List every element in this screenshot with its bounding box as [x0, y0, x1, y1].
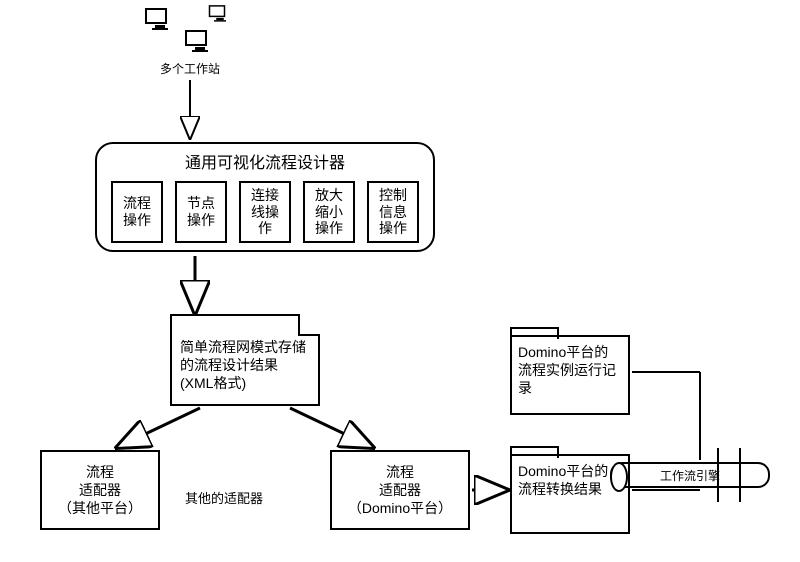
designer-box-control: 控制信息操作: [367, 181, 419, 243]
workstation-icon: [205, 2, 235, 27]
adapter-other-box: 流程适配器（其他平台）: [40, 450, 160, 530]
adapter-other-text: 流程适配器（其他平台）: [58, 463, 142, 518]
folder-instance: Domino平台的流程实例运行记录: [510, 335, 630, 415]
xml-result-doc: 简单流程网模式存储的流程设计结果(XML格式): [170, 316, 320, 406]
workstations-label: 多个工作站: [160, 60, 220, 77]
xml-result-text: 简单流程网模式存储的流程设计结果(XML格式): [172, 316, 318, 397]
designer-box-connector: 连接线操作: [239, 181, 291, 243]
designer-title: 通用可视化流程设计器: [97, 149, 433, 173]
designer-box-process: 流程操作: [111, 181, 163, 243]
designer-box-node: 节点操作: [175, 181, 227, 243]
designer-container: 通用可视化流程设计器 流程操作 节点操作 连接线操作 放大缩小操作 控制信息操作: [95, 142, 435, 252]
workflow-engine-label: 工作流引擎: [660, 467, 720, 484]
designer-box-zoom: 放大缩小操作: [303, 181, 355, 243]
workstation-icon: [185, 30, 215, 55]
workflow-engine: 工作流引擎: [610, 462, 770, 488]
other-adapters-label: 其他的适配器: [185, 488, 263, 507]
adapter-domino-box: 流程适配器（Domino平台）: [330, 450, 470, 530]
folder-instance-text: Domino平台的流程实例运行记录: [512, 337, 628, 404]
workstation-icon: [145, 8, 175, 33]
adapter-domino-text: 流程适配器（Domino平台）: [348, 463, 452, 518]
